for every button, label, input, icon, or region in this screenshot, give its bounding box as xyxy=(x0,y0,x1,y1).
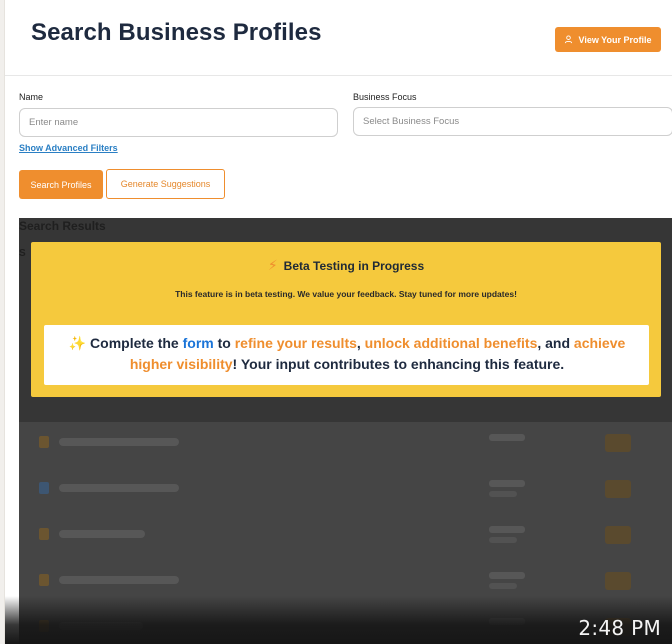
list-item-icon xyxy=(39,436,49,448)
unlock-benefits-link: unlock additional benefits xyxy=(364,335,538,351)
list-item-name xyxy=(59,438,179,446)
sparkle-icon: ✨ xyxy=(68,335,87,351)
list-item-action xyxy=(605,480,631,498)
video-overlay-bar: 2:48 PM xyxy=(5,596,672,644)
list-item-meta xyxy=(489,572,525,579)
list-item-icon xyxy=(39,574,49,586)
beta-card-and: , and xyxy=(537,335,571,351)
view-profile-label: View Your Profile xyxy=(578,34,652,45)
list-item-action xyxy=(605,572,631,590)
user-icon xyxy=(565,35,573,44)
results-title: Search Results xyxy=(19,219,106,233)
list-item-meta xyxy=(489,583,517,589)
beta-banner: ⚡ Beta Testing in Progress This feature … xyxy=(31,242,661,397)
beta-heading-text: Beta Testing in Progress xyxy=(283,258,425,273)
beta-card: ✨ Complete the form to refine your resul… xyxy=(44,325,649,385)
list-item xyxy=(19,468,672,514)
list-item-meta xyxy=(489,537,517,543)
page-header: Search Business Profiles View Your Profi… xyxy=(5,0,672,76)
lightning-bolt-icon: ⚡ xyxy=(267,257,278,273)
list-item-icon xyxy=(39,482,49,494)
beta-card-intro: Complete the xyxy=(90,335,179,351)
beta-card-comma: , xyxy=(356,335,361,351)
form-link[interactable]: form xyxy=(183,335,214,351)
list-item-icon xyxy=(39,528,49,540)
name-input[interactable]: Enter name xyxy=(19,108,338,137)
beta-heading: ⚡ Beta Testing in Progress xyxy=(31,257,661,274)
list-item-name xyxy=(59,576,179,584)
beta-card-to: to xyxy=(217,335,231,351)
list-item xyxy=(19,514,672,560)
name-label: Name xyxy=(19,92,44,102)
show-advanced-filters-link[interactable]: Show Advanced Filters xyxy=(19,143,118,153)
list-item-name xyxy=(59,530,145,538)
app-page: Search Business Profiles View Your Profi… xyxy=(4,0,672,644)
business-focus-placeholder: Select Business Focus xyxy=(363,116,460,127)
view-profile-button[interactable]: View Your Profile xyxy=(555,27,661,52)
generate-suggestions-button[interactable]: Generate Suggestions xyxy=(106,169,225,199)
beta-card-message: ✨ Complete the form to refine your resul… xyxy=(62,333,632,375)
business-focus-label: Business Focus xyxy=(353,92,417,102)
list-item-name xyxy=(59,484,179,492)
list-item-meta xyxy=(489,480,525,487)
list-item-action xyxy=(605,526,631,544)
results-subtitle: S xyxy=(19,248,26,259)
name-placeholder: Enter name xyxy=(29,117,79,128)
list-item-meta xyxy=(489,491,517,497)
refine-results-link: refine your results xyxy=(234,335,357,351)
business-focus-select[interactable]: Select Business Focus xyxy=(353,107,672,136)
list-item xyxy=(19,422,672,468)
page-title: Search Business Profiles xyxy=(31,19,322,46)
beta-card-outro: ! Your input contributes to enhancing th… xyxy=(232,356,565,372)
video-timestamp: 2:48 PM xyxy=(578,616,661,640)
list-item-meta xyxy=(489,434,525,441)
beta-subtitle: This feature is in beta testing. We valu… xyxy=(175,289,517,299)
list-item-action xyxy=(605,434,631,452)
list-item-meta xyxy=(489,526,525,533)
search-profiles-button[interactable]: Search Profiles xyxy=(19,170,103,199)
